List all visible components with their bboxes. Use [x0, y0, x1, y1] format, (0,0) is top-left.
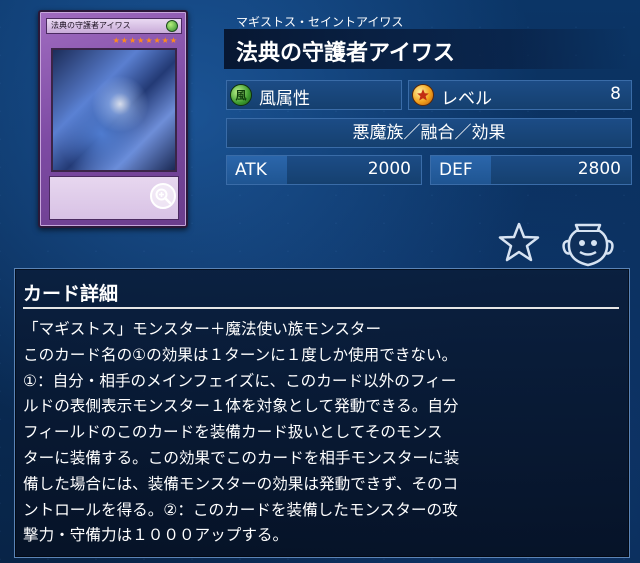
card-image-text-box	[49, 176, 179, 220]
card-name: 法典の守護者アイワス	[236, 41, 455, 66]
atk-row: ATK 2000	[226, 155, 422, 185]
zoom-icon[interactable]	[150, 183, 176, 209]
level-value: 8	[610, 84, 621, 104]
card-image-level-stars: ★★★★★★★★	[112, 36, 178, 45]
star-icon	[498, 222, 540, 262]
effect-line: 備した場合には、装備モンスターの効果は発動できず、そのコ	[23, 474, 459, 493]
card-detail-panel: カード詳細 「マギストス」モンスター＋魔法使い族モンスター このカード名の①の効…	[14, 268, 630, 558]
level-label: レベル	[441, 89, 492, 109]
effect-line: 「マギストス」モンスター＋魔法使い族モンスター	[23, 320, 382, 338]
card-effect-text: 「マギストス」モンスター＋魔法使い族モンスター このカード名の①の効果は１ターン…	[23, 317, 623, 549]
card-ruby: マギストス・セイントアイワス	[236, 15, 404, 29]
attribute-row: 風 風属性	[226, 80, 402, 110]
effect-line: このカード名の①の効果は１ターンに１度しか使用できない。	[23, 345, 458, 364]
wind-attribute-icon: 風	[230, 84, 252, 106]
def-value: 2800	[577, 159, 621, 179]
attribute-label: 風属性	[259, 89, 310, 109]
level-star-icon	[412, 84, 434, 106]
card-image-name: 法典の守護者アイワス	[51, 21, 131, 30]
def-label: DEF	[431, 156, 491, 184]
deck-jar-icon	[562, 223, 614, 267]
card-image-name-bar: 法典の守護者アイワス	[46, 18, 182, 34]
effect-line: ルドの表側表示モンスター１体を対象として発動できる。自分	[23, 397, 459, 416]
effect-line: ①：自分・相手のメインフェイズに、このカード以外のフィー	[23, 371, 457, 390]
card-image: 法典の守護者アイワス ★★★★★★★★	[38, 10, 188, 228]
effect-line: 撃力・守備力は１０００アップする。	[23, 526, 289, 545]
effect-line: フィールドのこのカードを装備カード扱いとしてそのモンス	[23, 423, 443, 442]
favorite-button[interactable]	[498, 221, 540, 263]
card-detail-header: カード詳細	[23, 277, 619, 309]
level-row: レベル 8	[408, 80, 632, 110]
effect-line: ターに装備する。この効果でこのカードを相手モンスターに装	[23, 448, 460, 467]
card-image-attribute-icon	[166, 20, 178, 32]
def-row: DEF 2800	[430, 155, 632, 185]
card-artwork	[51, 48, 177, 172]
atk-value: 2000	[367, 159, 411, 179]
card-type-line: 悪魔族／融合／効果	[226, 118, 632, 148]
atk-label: ATK	[227, 156, 287, 184]
effect-line: ントロールを得る。②：このカードを装備したモンスターの攻	[23, 500, 458, 519]
deck-button[interactable]	[562, 219, 614, 269]
card-detail-title: カード詳細	[23, 283, 119, 305]
card-name-panel: 法典の守護者アイワス	[224, 29, 632, 69]
